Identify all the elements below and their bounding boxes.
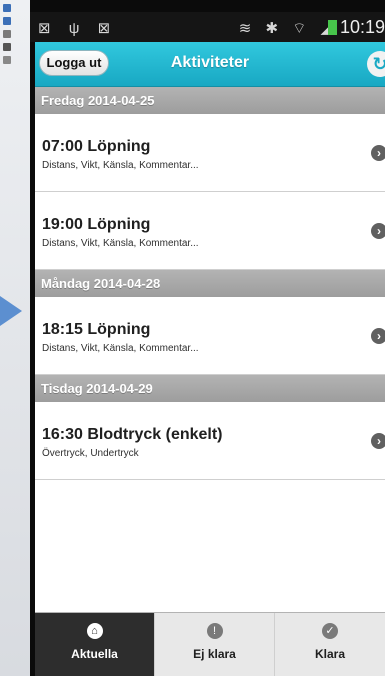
tool-icon[interactable] [3, 56, 11, 64]
clock-text: 10:19 [339, 17, 385, 37]
list-item[interactable]: 18:15 Löpning Distans, Vikt, Känsla, Kom… [35, 297, 385, 375]
item-title: 19:00 Löpning [42, 216, 151, 233]
chevron-right-icon[interactable]: › [371, 433, 385, 449]
page-title: Aktiviteter [170, 54, 250, 71]
item-title: 18:15 Löpning [42, 321, 151, 338]
tab-aktuella[interactable]: ⌂ Aktuella [35, 613, 154, 676]
status-bar: ⊠ ψ ⊠ ≋ ✱ ⌔ ◢ 10:19 [30, 12, 385, 42]
chevron-right-icon[interactable]: › [371, 145, 385, 161]
app-header: Logga ut Aktiviteter ↻ [35, 42, 385, 87]
chevron-right-icon[interactable]: › [371, 223, 385, 239]
tab-label: Klara [314, 647, 346, 661]
tool-icon[interactable] [3, 17, 11, 25]
warning-icon: ! [206, 623, 223, 639]
item-subtitle: Distans, Vikt, Känsla, Kommentar... [42, 343, 199, 354]
editor-side-panel [0, 0, 30, 676]
system-icons: ≋ ✱ ⌔ ◢ [238, 20, 337, 37]
tool-icon[interactable] [3, 30, 11, 38]
tab-klara[interactable]: ✓ Klara [274, 613, 385, 676]
item-title: 16:30 Blodtryck (enkelt) [42, 426, 223, 443]
list-item[interactable]: 19:00 Löpning Distans, Vikt, Känsla, Kom… [35, 192, 385, 270]
phone-frame: ⊠ ψ ⊠ ≋ ✱ ⌔ ◢ 10:19 Logga ut Aktiviteter… [30, 0, 385, 676]
list-item[interactable]: 07:00 Löpning Distans, Vikt, Känsla, Kom… [35, 114, 385, 192]
item-subtitle: Distans, Vikt, Känsla, Kommentar... [42, 238, 199, 249]
tool-icon[interactable] [3, 4, 11, 12]
day-header: Tisdag 2014-04-29 [35, 375, 385, 402]
home-icon: ⌂ [86, 623, 103, 639]
activity-list: Fredag 2014-04-25 07:00 Löpning Distans,… [35, 87, 385, 480]
status-time: 10:19 [327, 17, 385, 38]
check-icon: ✓ [322, 623, 338, 639]
pointer-arrow-icon [0, 296, 22, 326]
refresh-icon[interactable]: ↻ [367, 51, 385, 77]
day-header: Måndag 2014-04-28 [35, 270, 385, 297]
app-screen: Logga ut Aktiviteter ↻ Fredag 2014-04-25… [35, 42, 385, 676]
battery-icon [327, 20, 337, 35]
notification-icons: ⊠ ψ ⊠ [38, 20, 118, 37]
tool-icon[interactable] [3, 43, 11, 51]
tab-bar: ⌂ Aktuella ! Ej klara ✓ Klara [35, 612, 385, 676]
tab-ej-klara[interactable]: ! Ej klara [154, 613, 274, 676]
tab-label: Ej klara [193, 647, 236, 661]
chevron-right-icon[interactable]: › [371, 328, 385, 344]
item-subtitle: Övertryck, Undertryck [42, 448, 139, 459]
item-subtitle: Distans, Vikt, Känsla, Kommentar... [42, 160, 199, 171]
item-title: 07:00 Löpning [42, 138, 151, 155]
day-header: Fredag 2014-04-25 [35, 87, 385, 114]
tab-label: Aktuella [71, 647, 118, 661]
tool-icons [3, 4, 13, 69]
list-item[interactable]: 16:30 Blodtryck (enkelt) Övertryck, Unde… [35, 402, 385, 480]
